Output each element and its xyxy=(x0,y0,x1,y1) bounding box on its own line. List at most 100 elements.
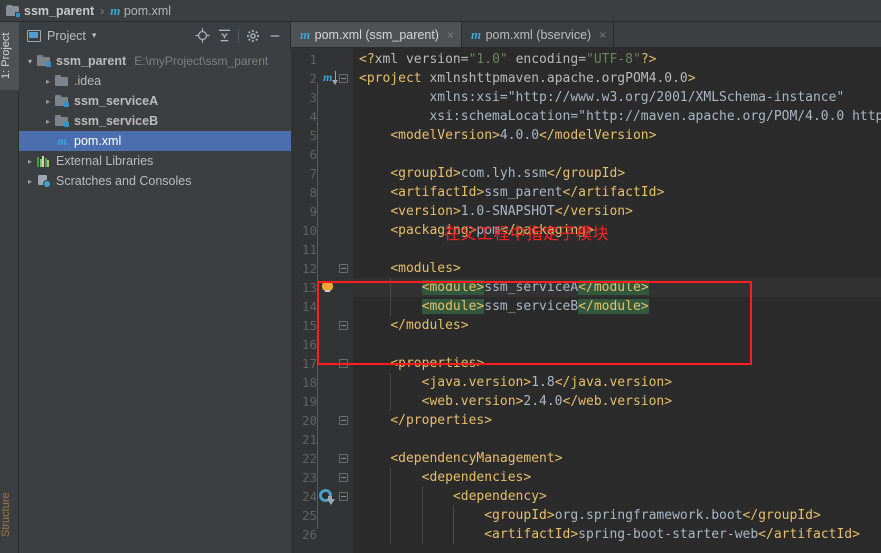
code-line-1[interactable]: <?xml version="1.0" encoding="UTF-8"?> xyxy=(353,50,656,69)
code-line-13[interactable]: <module>ssm_serviceA</module> xyxy=(353,278,649,297)
code-fold-toggle[interactable] xyxy=(339,492,348,501)
tree-item-scratches-and-consoles[interactable]: ▸ Scratches and Consoles xyxy=(19,171,291,191)
maven-file-icon: m xyxy=(300,26,310,42)
chevron-right-icon[interactable]: ▸ xyxy=(23,177,37,186)
gutter-row-18: 18 xyxy=(291,373,353,392)
code-line-18[interactable]: <java.version>1.8</java.version> xyxy=(353,373,672,392)
module-folder-icon xyxy=(55,95,69,107)
chevron-right-icon[interactable]: ▸ xyxy=(23,157,37,166)
project-panel-header: Project ▾ xyxy=(19,22,290,49)
code-line-15[interactable]: </modules> xyxy=(353,316,468,335)
code-line-2[interactable]: <project xmlnshttpmaven.apache.orgPOM4.0… xyxy=(353,69,696,88)
maven-file-icon: m xyxy=(470,26,481,42)
code-fold-toggle[interactable] xyxy=(339,359,348,368)
chevron-down-icon[interactable]: ▾ xyxy=(92,30,97,41)
gutter-row-14: 14 xyxy=(291,297,353,316)
tree-item-ssm-parent[interactable]: ▾ ssm_parent E:\myProject\ssm_parent xyxy=(19,51,291,71)
gutter-row-10: 10 xyxy=(291,221,353,240)
close-icon[interactable]: × xyxy=(447,28,454,42)
gutter-icons: m xyxy=(317,69,353,88)
line-number: 3 xyxy=(309,90,317,105)
line-number: 24 xyxy=(301,489,317,504)
tree-item-external-libraries[interactable]: ▸ External Libraries xyxy=(19,151,291,171)
gear-icon[interactable] xyxy=(242,25,264,47)
gutter-icons xyxy=(317,297,353,316)
line-number: 9 xyxy=(309,204,317,219)
code-content[interactable]: <?xml version="1.0" encoding="UTF-8"?> <p… xyxy=(353,48,881,553)
editor-tab-0[interactable]: m pom.xml (ssm_parent) × xyxy=(291,22,462,47)
tool-window-tab-structure[interactable]: Structure xyxy=(0,477,19,553)
maven-import-arrow-icon xyxy=(332,71,338,85)
code-line-11[interactable] xyxy=(353,240,359,259)
code-fold-toggle[interactable] xyxy=(339,74,348,83)
module-folder-icon xyxy=(55,115,69,127)
code-line-6[interactable] xyxy=(353,145,359,164)
line-number: 15 xyxy=(301,318,317,333)
code-line-25[interactable]: <groupId>org.springframework.boot</group… xyxy=(353,506,821,525)
maven-reimport-icon[interactable] xyxy=(319,489,335,505)
code-fold-toggle[interactable] xyxy=(339,416,348,425)
code-line-12[interactable]: <modules> xyxy=(353,259,460,278)
gutter-row-6: 6 xyxy=(291,145,353,164)
locate-in-tree-icon[interactable] xyxy=(191,25,213,47)
editor-tab-1[interactable]: m pom.xml (bservice) × xyxy=(462,22,615,47)
line-number: 1 xyxy=(309,52,317,67)
code-line-14[interactable]: <module>ssm_serviceB</module> xyxy=(353,297,649,316)
code-line-23[interactable]: <dependencies> xyxy=(353,468,532,487)
code-editor[interactable]: 1 2 m 3 4 5 6 7 8 9 10 11 12 13 14 15 16 17 18 19 20 21 22 23 24… xyxy=(291,48,881,553)
gutter-row-13: 13 xyxy=(291,278,353,297)
code-line-26[interactable]: <artifactId>spring-boot-starter-web</art… xyxy=(353,525,860,544)
project-tree[interactable]: ▾ ssm_parent E:\myProject\ssm_parent ▸ .idea… xyxy=(19,49,291,553)
intention-bulb-icon[interactable] xyxy=(322,281,333,294)
code-line-24[interactable]: <dependency> xyxy=(353,487,547,506)
tool-window-tab-project[interactable]: 1: Project xyxy=(0,22,19,90)
code-line-9[interactable]: <version>1.0-SNAPSHOT</version> xyxy=(353,202,633,221)
code-line-17[interactable]: <properties> xyxy=(353,354,484,373)
chevron-down-icon[interactable]: ▾ xyxy=(23,57,37,66)
code-line-19[interactable]: <web.version>2.4.0</web.version> xyxy=(353,392,672,411)
code-fold-toggle[interactable] xyxy=(339,454,348,463)
tree-item-ssm-serviceb[interactable]: ▸ ssm_serviceB xyxy=(19,111,291,131)
code-line-5[interactable]: <modelVersion>4.0.0</modelVersion> xyxy=(353,126,656,145)
project-tool-window: Project ▾ ▾ ssm_parent E:\myProject\ssm_… xyxy=(19,22,291,553)
gutter-icons xyxy=(317,525,353,544)
code-line-21[interactable] xyxy=(353,430,359,449)
tree-item-label: ssm_serviceB xyxy=(74,114,159,128)
gutter-icons xyxy=(317,411,353,430)
gutter-row-23: 23 xyxy=(291,468,353,487)
chevron-right-icon[interactable]: ▸ xyxy=(41,97,55,106)
tree-item-ssm-servicea[interactable]: ▸ ssm_serviceA xyxy=(19,91,291,111)
line-number: 5 xyxy=(309,128,317,143)
hide-panel-icon[interactable] xyxy=(264,25,286,47)
line-number: 21 xyxy=(301,432,317,447)
code-fold-toggle[interactable] xyxy=(339,264,348,273)
code-line-3[interactable]: xmlns:xsi="http://www.w3.org/2001/XMLSch… xyxy=(353,88,844,107)
gutter-row-20: 20 xyxy=(291,411,353,430)
code-fold-toggle[interactable] xyxy=(339,473,348,482)
tree-item--idea[interactable]: ▸ .idea xyxy=(19,71,291,91)
module-folder-icon xyxy=(37,55,51,67)
code-line-20[interactable]: </properties> xyxy=(353,411,492,430)
gutter-icons xyxy=(317,183,353,202)
project-panel-title: Project xyxy=(47,28,86,43)
indent-guide xyxy=(452,506,454,544)
breadcrumb-item-file[interactable]: m pom.xml xyxy=(110,3,171,19)
code-line-7[interactable]: <groupId>com.lyh.ssm</groupId> xyxy=(353,164,625,183)
tree-item-pom-xml[interactable]: m pom.xml xyxy=(19,131,291,151)
chevron-right-icon[interactable]: ▸ xyxy=(41,117,55,126)
editor-gutter[interactable]: 1 2 m 3 4 5 6 7 8 9 10 11 12 13 14 15 16 17 18 19 20 21 22 23 24… xyxy=(291,48,353,553)
gutter-row-12: 12 xyxy=(291,259,353,278)
code-line-22[interactable]: <dependencyManagement> xyxy=(353,449,562,468)
chevron-right-icon[interactable]: ▸ xyxy=(41,77,55,86)
collapse-all-icon[interactable] xyxy=(213,25,235,47)
code-line-4[interactable]: xsi:schemaLocation="http://maven.apache.… xyxy=(353,107,881,126)
breadcrumb: ssm_parent › m pom.xml xyxy=(0,0,881,22)
code-fold-toggle[interactable] xyxy=(339,321,348,330)
breadcrumb-item-project[interactable]: ssm_parent xyxy=(6,4,94,18)
close-icon[interactable]: × xyxy=(599,28,606,42)
code-line-8[interactable]: <artifactId>ssm_parent</artifactId> xyxy=(353,183,664,202)
code-line-16[interactable] xyxy=(353,335,359,354)
line-number: 22 xyxy=(301,451,317,466)
gutter-row-19: 19 xyxy=(291,392,353,411)
gutter-icons xyxy=(317,145,353,164)
